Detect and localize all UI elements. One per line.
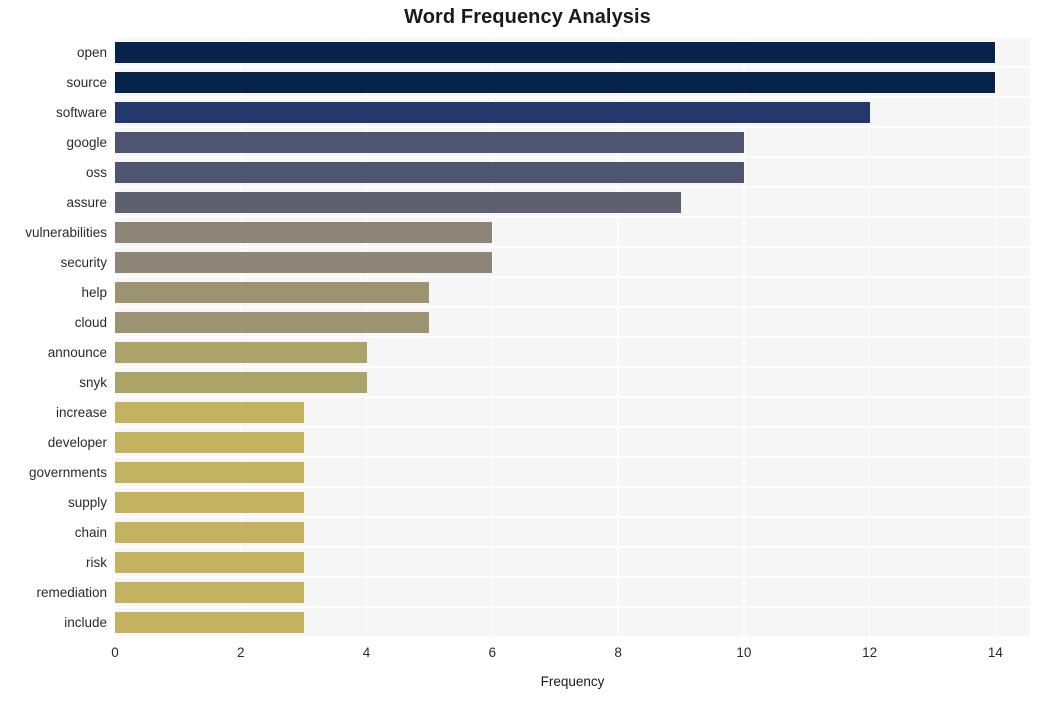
gridline-y bbox=[115, 66, 1030, 68]
x-tick-label: 6 bbox=[488, 645, 497, 660]
gridline-y bbox=[115, 636, 1030, 637]
y-tick-label: include bbox=[64, 614, 107, 630]
gridline-y bbox=[115, 246, 1030, 248]
bar bbox=[115, 581, 304, 603]
y-tick-label: chain bbox=[74, 524, 107, 540]
bar bbox=[115, 341, 367, 363]
y-tick-label: vulnerabilities bbox=[25, 224, 107, 240]
bar bbox=[115, 131, 744, 153]
x-tick-label: 8 bbox=[614, 645, 622, 660]
gridline-y bbox=[115, 276, 1030, 278]
y-tick-label: governments bbox=[28, 464, 107, 480]
bar bbox=[115, 551, 304, 573]
gridline-y bbox=[115, 156, 1030, 158]
bar bbox=[115, 311, 430, 333]
gridline-y bbox=[115, 306, 1030, 308]
y-tick-label: oss bbox=[85, 164, 107, 180]
x-tick-label: 12 bbox=[862, 645, 878, 660]
x-tick-label: 14 bbox=[987, 645, 1003, 660]
x-tick-label: 0 bbox=[111, 645, 119, 660]
word-frequency-chart: Word Frequency Analysis open source softwa… bbox=[0, 0, 1055, 701]
y-tick-label: risk bbox=[86, 554, 107, 570]
y-tick-label: increase bbox=[55, 404, 107, 420]
chart-title: Word Frequency Analysis bbox=[404, 6, 651, 28]
x-tick-label: 10 bbox=[736, 645, 752, 660]
gridline-y bbox=[115, 606, 1030, 608]
bar bbox=[115, 221, 493, 243]
y-axis-tick-labels: open source software google oss assure vulnera… bbox=[0, 37, 107, 637]
bar bbox=[115, 191, 681, 213]
bar bbox=[115, 281, 430, 303]
bar bbox=[115, 101, 870, 123]
gridline-y bbox=[115, 366, 1030, 368]
gridline-y bbox=[115, 576, 1030, 578]
gridline-y bbox=[115, 546, 1030, 548]
bar bbox=[115, 161, 744, 183]
y-tick-label: assure bbox=[66, 194, 107, 210]
y-tick-label: source bbox=[66, 74, 107, 90]
y-tick-label: google bbox=[66, 134, 107, 150]
gridline-y bbox=[115, 126, 1030, 128]
gridline-y bbox=[115, 96, 1030, 98]
gridline-y bbox=[115, 336, 1030, 338]
y-tick-label: supply bbox=[67, 494, 107, 510]
bar bbox=[115, 41, 996, 63]
bar bbox=[115, 371, 367, 393]
bar bbox=[115, 611, 304, 633]
gridline-y bbox=[115, 396, 1030, 398]
y-tick-label: security bbox=[60, 254, 107, 270]
x-axis-label: Frequency bbox=[540, 674, 605, 689]
gridline-y bbox=[115, 486, 1030, 488]
bar bbox=[115, 401, 304, 423]
y-tick-label: remediation bbox=[36, 584, 107, 600]
y-tick-label: open bbox=[76, 44, 107, 60]
bar bbox=[115, 251, 493, 273]
x-tick-label: 2 bbox=[237, 645, 245, 660]
y-tick-label: snyk bbox=[79, 374, 107, 390]
y-tick-label: developer bbox=[47, 434, 107, 450]
bar bbox=[115, 461, 304, 483]
bar bbox=[115, 491, 304, 513]
bar bbox=[115, 521, 304, 543]
y-tick-label: announce bbox=[47, 344, 107, 360]
x-axis-tick-labels: 0 2 4 6 8 10 12 14 bbox=[111, 643, 1030, 665]
gridline-y bbox=[115, 37, 1030, 38]
gridline-y bbox=[115, 186, 1030, 188]
bar bbox=[115, 431, 304, 453]
y-tick-label: help bbox=[81, 284, 107, 300]
gridline-y bbox=[115, 516, 1030, 518]
y-tick-label: software bbox=[55, 104, 107, 120]
x-tick-label: 4 bbox=[362, 645, 371, 660]
gridline-y bbox=[115, 426, 1030, 428]
y-tick-label: cloud bbox=[74, 314, 107, 330]
plot-area bbox=[115, 37, 1030, 637]
gridline-y bbox=[115, 456, 1030, 458]
gridline-y bbox=[115, 216, 1030, 218]
bar bbox=[115, 71, 996, 93]
